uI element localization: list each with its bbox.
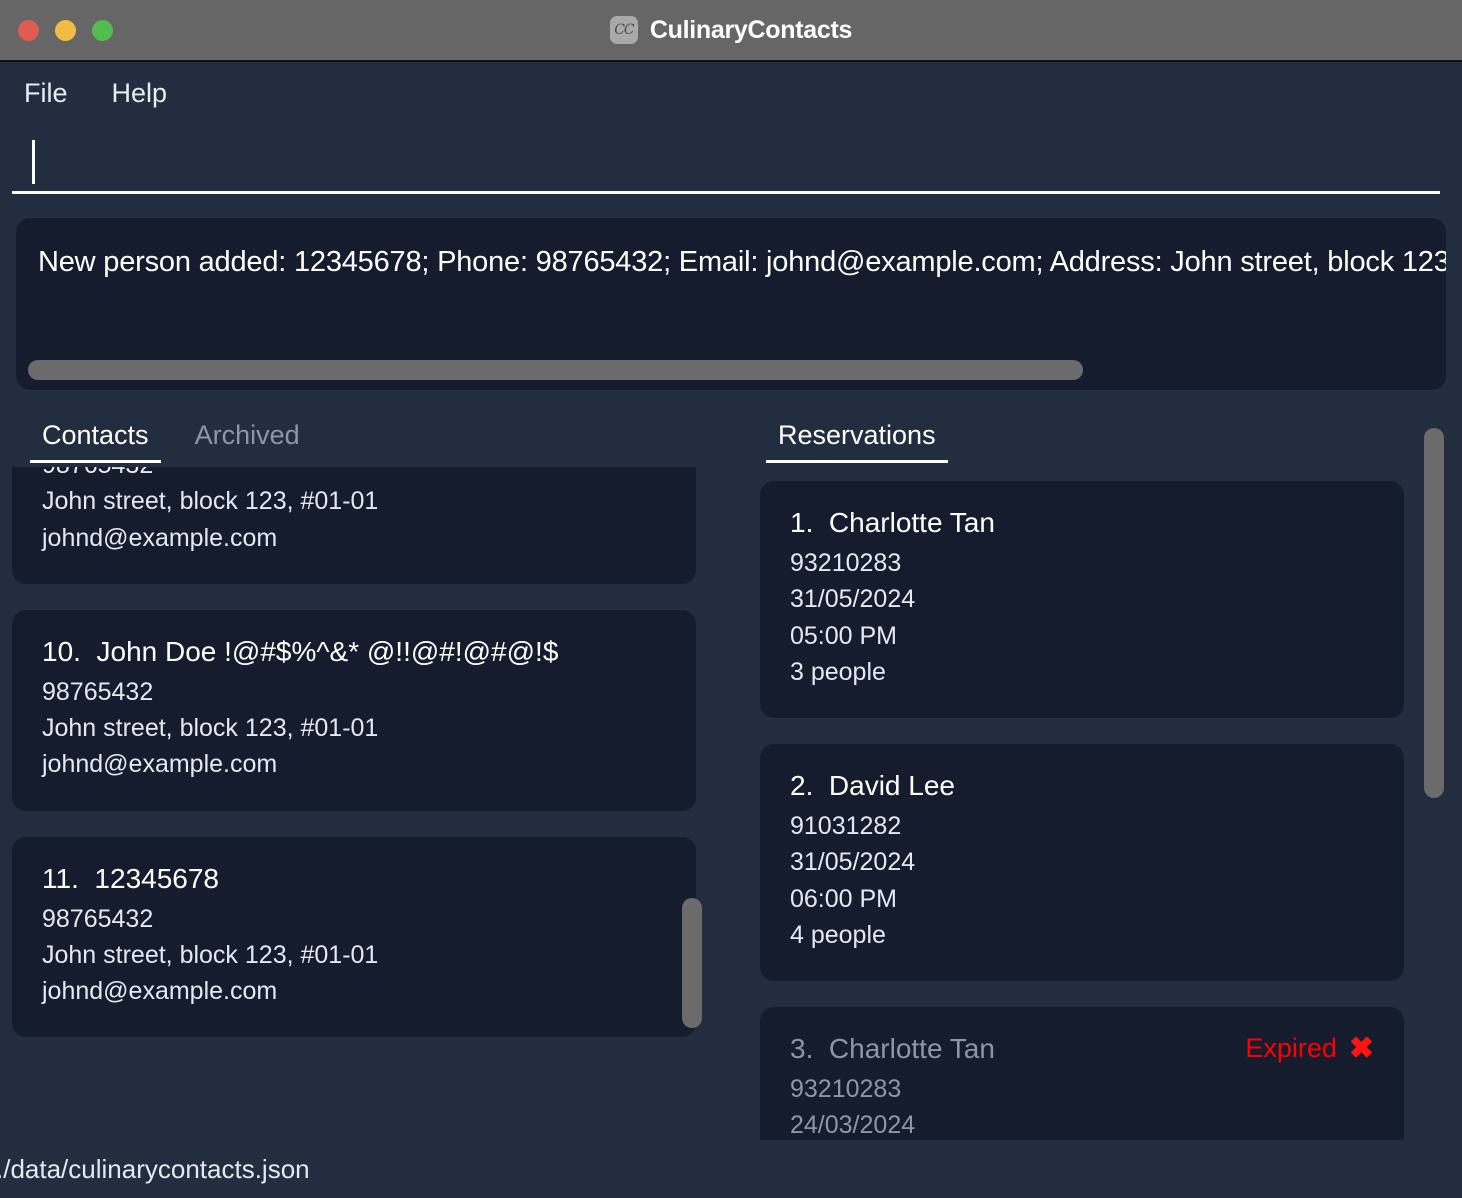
x-mark-icon[interactable]: ✖ [1349,1033,1374,1064]
contact-card[interactable]: 11. 12345678 98765432 John street, block… [12,836,696,1038]
expired-label: Expired [1245,1033,1337,1063]
contact-name: 12345678 [94,862,219,894]
reservation-time: 06:00 PM [790,884,898,913]
contact-phone: 98765432 [42,904,154,933]
reservation-date: 31/05/2024 [790,585,916,614]
contacts-scrollbar-thumb[interactable] [682,898,702,1028]
contact-index: 10. [42,635,81,667]
contacts-list-wrap: 98765432 John street, block 123, #01-01 … [12,467,740,1140]
statusbar: ./data/culinarycontacts.json [0,1140,1462,1198]
reservation-pax: 4 people [790,920,886,949]
reservations-list: 1. Charlotte Tan 93210283 31/05/2024 05:… [760,481,1404,1140]
message-text: New person added: 12345678; Phone: 98765… [38,246,1446,278]
reservations-scrollbar-thumb[interactable] [1424,428,1444,798]
menu-item-help[interactable]: Help [112,78,168,109]
reservation-date: 31/05/2024 [790,848,916,877]
reservation-index: 1. [790,507,814,538]
contact-email: johnd@example.com [42,977,278,1005]
reservation-phone: 93210283 [790,1075,902,1103]
contacts-tabbar: Contacts Archived [12,412,740,467]
contact-name: John Doe !@#$%^&* @!!@#!@#@!$ [96,635,559,667]
command-entry-wrap[interactable] [12,132,1440,194]
message-hscrollbar[interactable] [28,360,1434,380]
reservation-card-head: 3. Charlotte Tan Expired ✖ [790,1033,1374,1071]
reservation-card[interactable]: 3. Charlotte Tan Expired ✖ 93210283 24/0… [760,1007,1404,1140]
contact-email: johnd@example.com [42,523,278,552]
contacts-pane: Contacts Archived 98765432 John street, … [0,412,740,1140]
reservations-list-wrap: 1. Charlotte Tan 93210283 31/05/2024 05:… [748,467,1462,1140]
reservation-title: 2. David Lee [790,770,1374,802]
reservation-pax: 3 people [790,657,886,686]
reservation-card[interactable]: 1. Charlotte Tan 93210283 31/05/2024 05:… [760,481,1404,718]
app-window: CC CulinaryContacts File Help New person… [0,0,1462,1198]
reservation-card[interactable]: 2. David Lee 91031282 31/05/2024 06:00 P… [760,744,1404,981]
maximize-window-button[interactable] [92,19,113,41]
message-hscrollbar-thumb[interactable] [28,360,1083,380]
reservation-phone: 91031282 [790,812,902,840]
reservation-time: 05:00 PM [790,621,898,650]
titlebar: CC CulinaryContacts [0,0,1462,62]
contact-address: John street, block 123, #01-01 [42,487,379,516]
contact-card[interactable]: 98765432 John street, block 123, #01-01 … [12,467,696,584]
reservation-title: 3. Charlotte Tan [790,1033,995,1065]
message-panel: New person added: 12345678; Phone: 98765… [16,218,1446,390]
contact-index: 11. [42,862,79,894]
main-panes: Contacts Archived 98765432 John street, … [0,390,1462,1140]
tab-archived[interactable]: Archived [177,412,318,467]
status-badge-expired: Expired ✖ [1245,1033,1374,1064]
tab-contacts[interactable]: Contacts [24,412,167,467]
contact-title: 11. 12345678 [42,863,666,895]
reservations-tabbar: Reservations [748,412,1462,467]
command-input[interactable] [35,138,1440,185]
window-title: CulinaryContacts [649,15,853,44]
reservations-pane: Reservations 1. Charlotte Tan 93210283 3… [740,412,1462,1140]
menu-item-file[interactable]: File [24,78,68,109]
contact-phone: 98765432 [42,467,666,483]
reservation-index: 3. [790,1033,814,1064]
menubar: File Help [0,62,1462,124]
contact-email: johnd@example.com [42,750,278,779]
status-file-path: ./data/culinarycontacts.json [0,1153,310,1184]
reservation-phone: 93210283 [790,549,902,577]
reservation-date: 24/03/2024 [790,1111,916,1140]
reservation-name: David Lee [828,770,956,801]
minimize-window-button[interactable] [55,19,76,41]
contacts-list: 98765432 John street, block 123, #01-01 … [12,467,696,1063]
contact-card[interactable]: 10. John Doe !@#$%^&* @!!@#!@#@!$ 987654… [12,609,696,811]
window-title-group: CC CulinaryContacts [0,16,1462,45]
reservation-name: Charlotte Tan [828,507,995,538]
close-window-button[interactable] [18,19,39,41]
contact-address: John street, block 123, #01-01 [42,714,379,742]
app-icon: CC [609,16,638,44]
reservation-name: Charlotte Tan [828,1033,995,1064]
reservation-index: 2. [790,770,814,801]
reservation-title: 1. Charlotte Tan [790,507,1374,539]
contact-title: 10. John Doe !@#$%^&* @!!@#!@#@!$ [42,636,666,668]
tab-reservations[interactable]: Reservations [760,412,954,467]
traffic-lights [0,19,113,41]
contact-address: John street, block 123, #01-01 [42,940,379,969]
contact-phone: 98765432 [42,677,154,706]
